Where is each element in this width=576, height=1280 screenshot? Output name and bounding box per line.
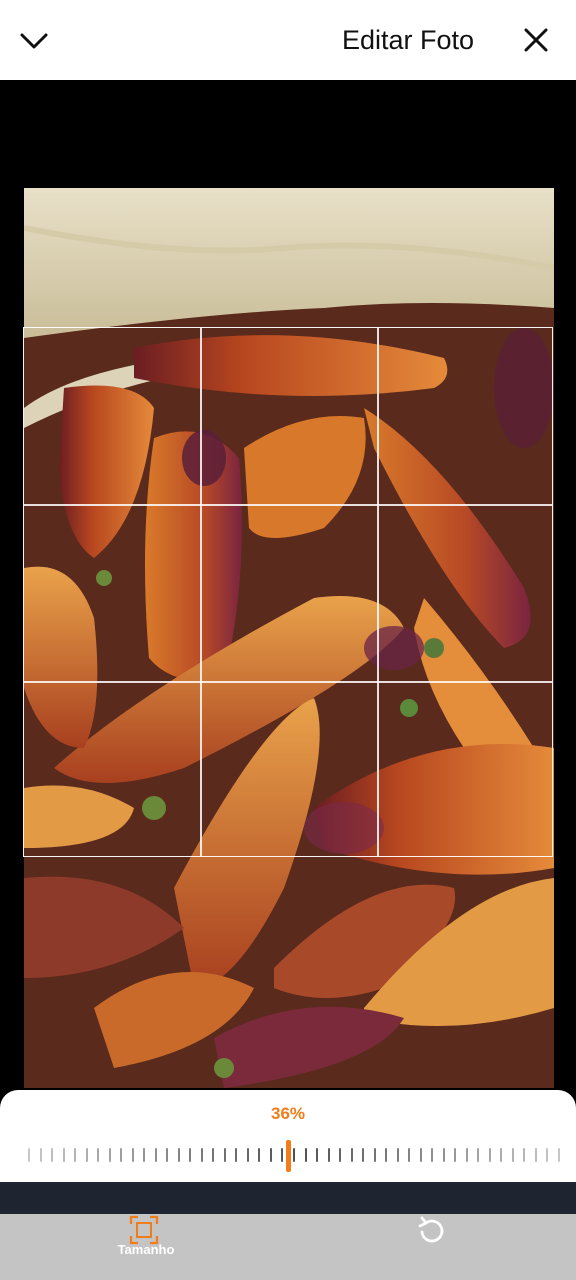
zoom-slider-tick	[178, 1148, 180, 1162]
zoom-slider-tick	[339, 1148, 341, 1162]
zoom-slider-tick	[258, 1148, 260, 1162]
grid-line	[200, 328, 202, 856]
zoom-slider-tick	[546, 1148, 548, 1162]
zoom-slider-tick	[281, 1148, 283, 1162]
zoom-slider-tick	[443, 1148, 445, 1162]
zoom-slider-tick	[500, 1148, 502, 1162]
zoom-slider-tick	[362, 1148, 364, 1162]
size-tool-label: Tamanho	[117, 1242, 175, 1257]
zoom-slider-tick	[74, 1148, 76, 1162]
zoom-slider-tick	[558, 1148, 560, 1162]
zoom-slider-tick	[247, 1148, 249, 1162]
zoom-slider-tick	[86, 1148, 88, 1162]
zoom-slider-tick	[454, 1148, 456, 1162]
page-title: Editar Foto	[341, 25, 474, 55]
zoom-slider-tick	[351, 1148, 353, 1162]
zoom-slider-tick	[293, 1148, 295, 1162]
zoom-slider-tick	[63, 1148, 65, 1162]
divider-strip	[0, 1182, 576, 1214]
zoom-slider-tick	[132, 1148, 134, 1162]
grid-line	[377, 328, 379, 856]
zoom-slider-tick	[120, 1148, 122, 1162]
grid-line	[24, 681, 552, 683]
zoom-slider-handle[interactable]	[286, 1140, 291, 1172]
zoom-slider-tick	[143, 1148, 145, 1162]
zoom-slider-tick	[477, 1148, 479, 1162]
zoom-slider-tick	[189, 1148, 191, 1162]
zoom-slider-tick	[155, 1148, 157, 1162]
grid-line	[24, 504, 552, 506]
rotate-reset-icon[interactable]	[414, 1214, 450, 1248]
zoom-slider-tick	[431, 1148, 433, 1162]
zoom-slider[interactable]	[28, 1140, 560, 1172]
zoom-slider-tick	[328, 1148, 330, 1162]
zoom-slider-tick	[374, 1148, 376, 1162]
crop-frame[interactable]	[23, 327, 553, 857]
zoom-panel: 36%	[0, 1090, 576, 1182]
bottom-toolbar: Tamanho	[0, 1214, 576, 1280]
top-bar: Editar Foto	[0, 0, 576, 80]
close-icon[interactable]	[520, 24, 552, 56]
zoom-slider-tick	[408, 1148, 410, 1162]
zoom-slider-tick	[28, 1148, 30, 1162]
zoom-slider-tick	[420, 1148, 422, 1162]
zoom-slider-tick	[489, 1148, 491, 1162]
zoom-slider-tick	[224, 1148, 226, 1162]
zoom-slider-tick	[316, 1148, 318, 1162]
zoom-slider-tick	[397, 1148, 399, 1162]
zoom-slider-tick	[51, 1148, 53, 1162]
zoom-slider-tick	[97, 1148, 99, 1162]
zoom-slider-tick	[305, 1148, 307, 1162]
chevron-down-icon[interactable]	[18, 26, 50, 54]
zoom-slider-tick	[466, 1148, 468, 1162]
size-tool-button[interactable]: Tamanho	[106, 1214, 186, 1280]
zoom-slider-tick	[535, 1148, 537, 1162]
zoom-slider-tick	[40, 1148, 42, 1162]
zoom-slider-tick	[166, 1148, 168, 1162]
zoom-slider-tick	[270, 1148, 272, 1162]
zoom-slider-tick	[512, 1148, 514, 1162]
zoom-slider-tick	[201, 1148, 203, 1162]
zoom-slider-tick	[523, 1148, 525, 1162]
zoom-slider-tick	[235, 1148, 237, 1162]
zoom-slider-tick	[109, 1148, 111, 1162]
zoom-slider-tick	[212, 1148, 214, 1162]
zoom-slider-tick	[385, 1148, 387, 1162]
zoom-percentage: 36%	[270, 1104, 306, 1123]
